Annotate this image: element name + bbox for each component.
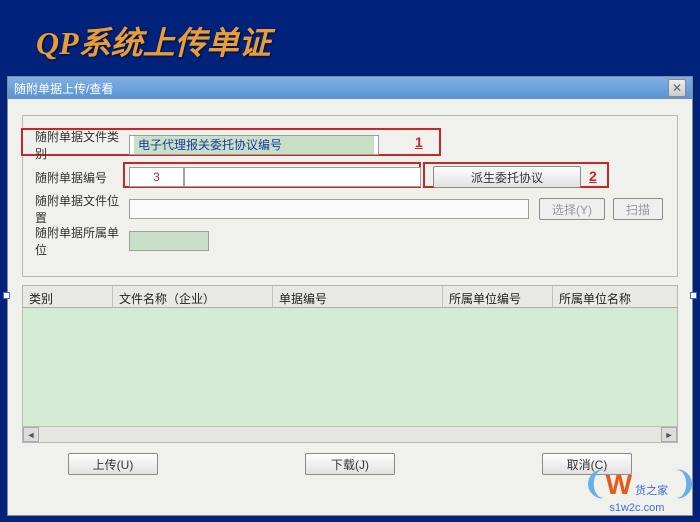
form-panel: 1 2 随附单据文件类别 电子代理报关委托协议编号 随附单据编号 3 派生委托协… xyxy=(22,115,678,277)
scroll-left-icon[interactable]: ◄ xyxy=(23,427,39,442)
th-filename[interactable]: 文件名称（企业） xyxy=(113,286,273,307)
table-body xyxy=(23,308,677,426)
close-button[interactable]: ✕ xyxy=(668,79,686,97)
derive-agreement-button[interactable]: 派生委托协议 xyxy=(433,166,581,188)
label-file-type: 随附单据文件类别 xyxy=(33,128,129,162)
laurel-left-icon: ❨ xyxy=(582,465,603,501)
horizontal-scrollbar[interactable]: ◄ ► xyxy=(23,426,677,442)
input-file-location[interactable] xyxy=(129,199,529,219)
page-title: QP系统上传单证 xyxy=(0,0,700,74)
watermark-url: s1w2c.com xyxy=(582,502,692,514)
th-unitname[interactable]: 所属单位名称 xyxy=(553,286,677,307)
th-docnumber[interactable]: 单据编号 xyxy=(273,286,443,307)
input-owner-unit[interactable] xyxy=(129,231,209,251)
titlebar: 随附单据上传/查看 ✕ xyxy=(8,77,692,99)
dialog-window: 随附单据上传/查看 ✕ 1 2 随附单据文件类别 电子代理报关委托协议编号 随附… xyxy=(7,76,693,516)
table-header: 类别 文件名称（企业） 单据编号 所属单位编号 所属单位名称 xyxy=(23,286,677,308)
input-doc-number[interactable] xyxy=(184,167,421,187)
window-title: 随附单据上传/查看 xyxy=(14,80,113,97)
input-code[interactable]: 3 xyxy=(129,167,184,187)
watermark: ❨ W 货之家 ❩ s1w2c.com xyxy=(582,464,692,514)
table-panel: 类别 文件名称（企业） 单据编号 所属单位编号 所属单位名称 ◄ ► xyxy=(22,285,678,443)
th-type[interactable]: 类别 xyxy=(23,286,113,307)
select-button[interactable]: 选择(Y) xyxy=(539,198,605,220)
label-doc-number: 随附单据编号 xyxy=(33,169,129,186)
upload-button[interactable]: 上传(U) xyxy=(68,453,158,475)
watermark-logo-icon: W xyxy=(606,469,632,501)
download-button[interactable]: 下载(J) xyxy=(305,453,395,475)
close-icon: ✕ xyxy=(672,81,682,95)
scroll-right-icon[interactable]: ► xyxy=(661,427,677,442)
input-file-type[interactable]: 电子代理报关委托协议编号 xyxy=(129,135,379,155)
input-file-type-value: 电子代理报关委托协议编号 xyxy=(134,136,374,154)
scan-button[interactable]: 扫描 xyxy=(613,198,663,220)
laurel-right-icon: ❩ xyxy=(671,465,692,501)
label-owner-unit: 随附单据所属单位 xyxy=(33,224,129,258)
resize-handle-left[interactable] xyxy=(3,292,10,299)
th-unitcode[interactable]: 所属单位编号 xyxy=(443,286,553,307)
watermark-brand: 货之家 xyxy=(635,485,668,497)
label-file-location: 随附单据文件位置 xyxy=(33,192,129,226)
resize-handle-right[interactable] xyxy=(690,292,697,299)
